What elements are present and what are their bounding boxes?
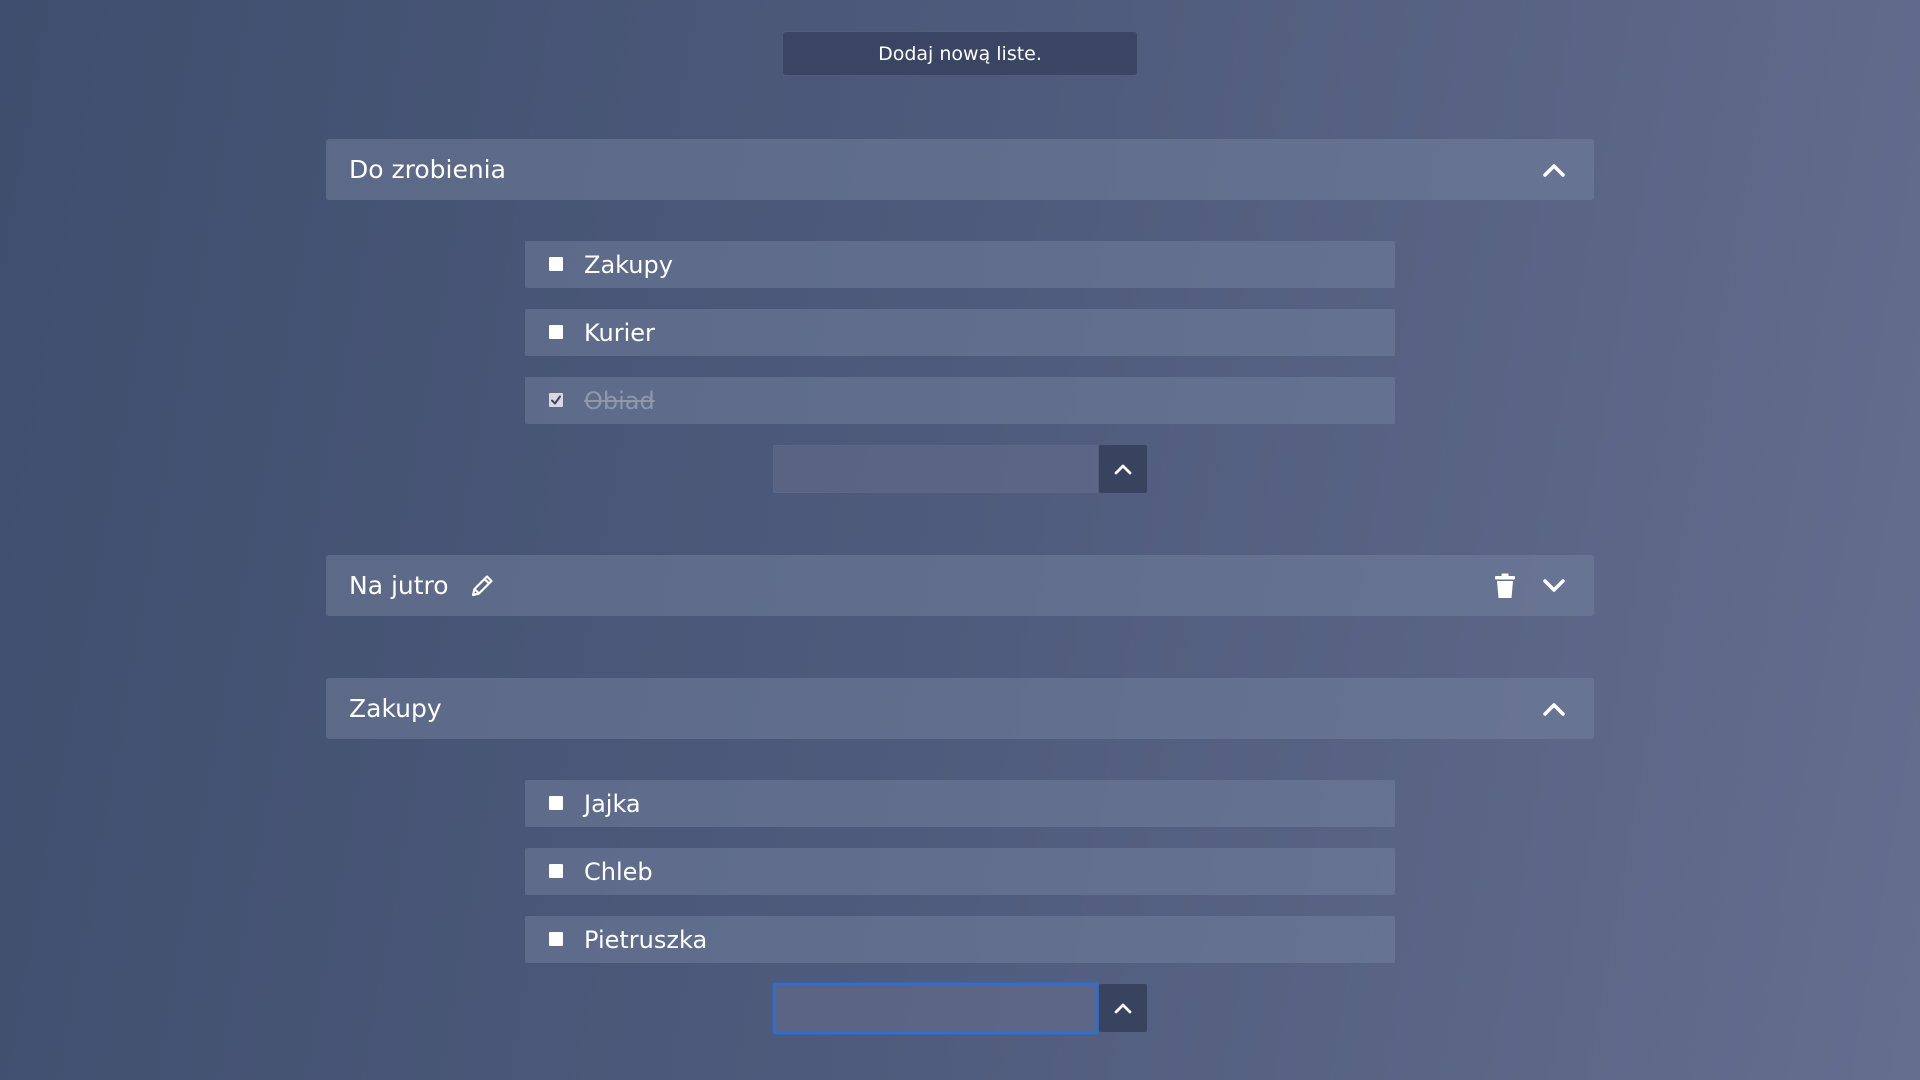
task-label-done: Obiad <box>584 386 655 415</box>
chevron-down-icon[interactable] <box>1542 578 1566 594</box>
task-checkbox[interactable] <box>549 931 563 946</box>
task-checkbox[interactable] <box>549 324 563 339</box>
task-label: Pietruszka <box>584 925 708 954</box>
list-header-do-zrobienia[interactable]: Do zrobienia <box>326 139 1594 200</box>
chevron-up-icon[interactable] <box>1542 701 1566 717</box>
new-task-input[interactable] <box>773 983 1098 1034</box>
task-row[interactable]: Chleb <box>525 848 1395 895</box>
task-checkbox[interactable] <box>549 795 563 810</box>
add-list-label: Dodaj nową liste. <box>878 42 1042 65</box>
task-checkbox[interactable] <box>549 863 563 878</box>
task-label: Jajka <box>584 789 641 818</box>
list-title: Zakupy <box>349 694 442 723</box>
task-row[interactable]: Kurier <box>525 309 1395 356</box>
list-title: Na jutro <box>349 571 449 600</box>
checkmark-icon <box>551 395 561 404</box>
task-label: Kurier <box>584 318 655 347</box>
pencil-icon[interactable] <box>469 573 495 599</box>
chevron-up-icon <box>1114 1003 1132 1014</box>
task-label: Chleb <box>584 857 653 886</box>
add-list-button[interactable]: Dodaj nową liste. <box>782 31 1138 76</box>
task-checkbox[interactable] <box>549 256 563 271</box>
add-task-button[interactable] <box>1099 445 1147 493</box>
task-row[interactable]: Pietruszka <box>525 916 1395 963</box>
new-task-input[interactable] <box>773 445 1098 493</box>
list-header-zakupy[interactable]: Zakupy <box>326 678 1594 739</box>
task-checkbox-checked[interactable] <box>549 392 563 407</box>
task-label: Zakupy <box>584 250 673 279</box>
trash-icon[interactable] <box>1494 573 1516 599</box>
chevron-up-icon <box>1114 464 1132 475</box>
task-row[interactable]: Zakupy <box>525 241 1395 288</box>
add-task-button[interactable] <box>1099 984 1147 1032</box>
chevron-up-icon[interactable] <box>1542 162 1566 178</box>
task-row[interactable]: Jajka <box>525 780 1395 827</box>
task-row[interactable]: Obiad <box>525 377 1395 424</box>
list-title: Do zrobienia <box>349 155 506 184</box>
list-header-na-jutro[interactable]: Na jutro <box>326 555 1594 616</box>
